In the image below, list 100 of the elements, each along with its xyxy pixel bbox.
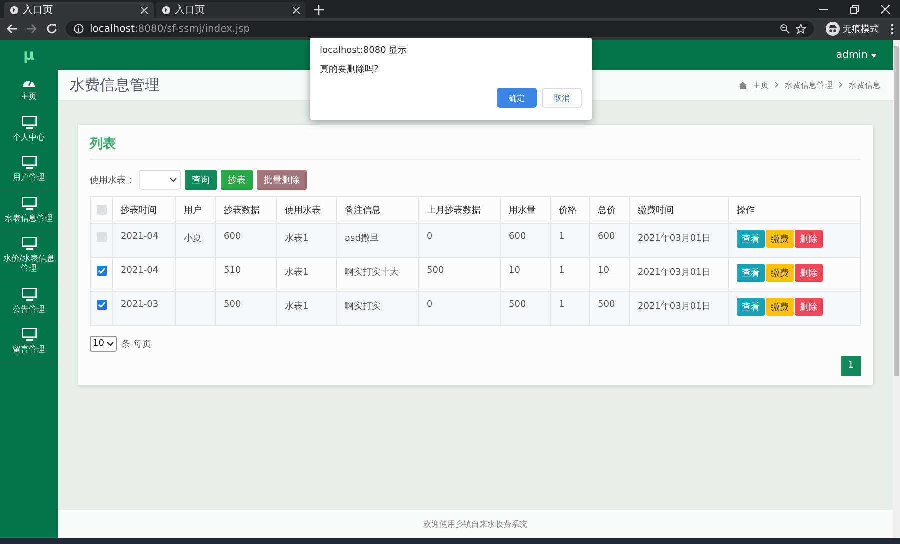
caret-icon [170, 178, 177, 182]
delete-button[interactable]: 删除 [795, 230, 823, 248]
menu-icon[interactable] [891, 24, 894, 34]
table-cell: 啊实打实十大 [345, 268, 399, 278]
row-checkbox[interactable] [97, 232, 107, 242]
user-menu[interactable]: admin [836, 50, 877, 60]
table-cell: 水表1 [285, 234, 309, 244]
monitor-icon [22, 196, 36, 210]
table-cell: 2021年03月01日 [638, 268, 711, 278]
dialog-title: localhost:8080 显示 [320, 44, 408, 57]
table-cell: 2021年03月01日 [638, 302, 711, 312]
row-checkbox[interactable] [97, 300, 107, 310]
select-all-checkbox[interactable] [97, 205, 107, 215]
monitor-icon [22, 328, 36, 342]
table-cell: 2021-03 [121, 300, 159, 310]
column-header: 操作 [728, 196, 860, 224]
table-cell: 啊实打实 [345, 302, 381, 312]
page-size-label: 条 每页 [121, 338, 152, 350]
dialog-message: 真的要删除吗? [320, 64, 380, 76]
star-icon[interactable] [796, 24, 806, 34]
page-size-select[interactable]: 10 [90, 336, 118, 352]
incognito-icon [826, 22, 840, 36]
table-cell: 1 [559, 300, 565, 310]
table-cell: 10 [509, 266, 520, 276]
sidebar-item[interactable]: 公告管理 [0, 282, 58, 322]
cancel-button[interactable]: 取消 [542, 88, 582, 108]
table-cell: 510 [224, 266, 242, 276]
back-icon[interactable] [6, 23, 18, 35]
view-button[interactable]: 查看 [737, 230, 765, 248]
row-checkbox[interactable] [97, 266, 107, 276]
close-icon[interactable] [881, 4, 890, 14]
zoom-icon[interactable] [780, 24, 790, 34]
table-cell: 1 [559, 232, 565, 242]
sidebar-item[interactable]: 水价/水表信息管理 [0, 231, 58, 282]
table-cell: asd撒旦 [345, 234, 379, 244]
pay-button[interactable]: 缴费 [766, 230, 794, 248]
table-cell: 2021-04 [121, 266, 159, 276]
tab-title: 入口页 [23, 4, 53, 17]
monitor-icon [22, 237, 36, 250]
home-icon [739, 82, 747, 88]
table-cell: 600 [598, 232, 616, 242]
table-cell: 500 [427, 266, 444, 276]
pay-button[interactable]: 缴费 [766, 298, 794, 316]
forward-icon[interactable] [26, 23, 38, 35]
card-title: 列表 [90, 135, 861, 160]
footer-text: 欢迎使用乡镇自来水收费系统 [424, 518, 528, 530]
table-cell: 水表1 [285, 268, 309, 278]
delete-button[interactable]: 删除 [795, 298, 823, 316]
close-icon[interactable] [141, 6, 148, 14]
info-icon[interactable] [74, 24, 84, 34]
table-cell: 600 [224, 232, 242, 242]
monitor-icon [22, 116, 36, 129]
table-cell: 2021-04 [121, 232, 159, 242]
monitor-icon [22, 156, 36, 170]
table-cell: 小夏 [184, 234, 202, 244]
action-button[interactable]: 批量删除 [257, 170, 307, 190]
restore-icon[interactable] [850, 4, 859, 14]
plus-icon[interactable] [314, 5, 324, 15]
sidebar-item[interactable]: 个人中心 [0, 110, 58, 150]
reload-icon[interactable] [46, 23, 58, 35]
browser-tab[interactable]: 入口页 [4, 2, 154, 18]
view-button[interactable]: 查看 [737, 264, 765, 282]
browser-tab[interactable]: 入口页 [156, 2, 306, 18]
table-cell: 10 [598, 266, 610, 276]
action-button[interactable]: 查询 [185, 170, 217, 190]
table-cell: 500 [509, 300, 526, 310]
action-button[interactable]: 抄表 [221, 170, 253, 190]
caret-icon [107, 342, 114, 346]
chevron-icon [775, 82, 779, 88]
url-text: localhost:8080/sf-ssmj/index.jsp [90, 24, 250, 34]
sidebar-item[interactable]: 水表信息管理 [0, 190, 58, 232]
chevron-icon [839, 82, 843, 88]
breadcrumb-item: 水费信息 [849, 80, 881, 90]
close-icon[interactable] [293, 6, 300, 14]
monitor-icon [22, 288, 36, 301]
page-title: 水费信息管理 [70, 76, 160, 94]
table-cell: 500 [224, 300, 242, 310]
table-cell: 水表1 [285, 302, 309, 312]
table-cell: 500 [598, 300, 616, 310]
scrollbar[interactable] [893, 40, 900, 538]
logo: μ [22, 45, 36, 66]
sidebar-item[interactable]: 留言管理 [0, 322, 58, 363]
filter-label: 使用水表： [90, 174, 135, 186]
table-cell: 2021年03月01日 [638, 234, 711, 244]
table-cell: 0 [427, 300, 433, 310]
table-cell: 0 [427, 232, 433, 242]
page-button[interactable]: 1 [841, 356, 861, 376]
table-cell: 1 [559, 266, 565, 276]
ok-button[interactable]: 确定 [497, 88, 537, 108]
delete-button[interactable]: 删除 [795, 264, 823, 282]
breadcrumb-item[interactable]: 主页 [753, 80, 769, 90]
sidebar-item[interactable]: 用户管理 [0, 150, 58, 191]
incognito-label: 无痕模式 [843, 24, 879, 36]
table-cell: 600 [509, 232, 526, 242]
caret-icon [871, 54, 877, 58]
address-bar[interactable]: localhost:8080/sf-ssmj/index.jsp [66, 21, 814, 37]
view-button[interactable]: 查看 [737, 298, 765, 316]
pay-button[interactable]: 缴费 [766, 264, 794, 282]
tab-title: 入口页 [175, 4, 205, 17]
breadcrumb-item[interactable]: 水费信息管理 [785, 80, 833, 90]
